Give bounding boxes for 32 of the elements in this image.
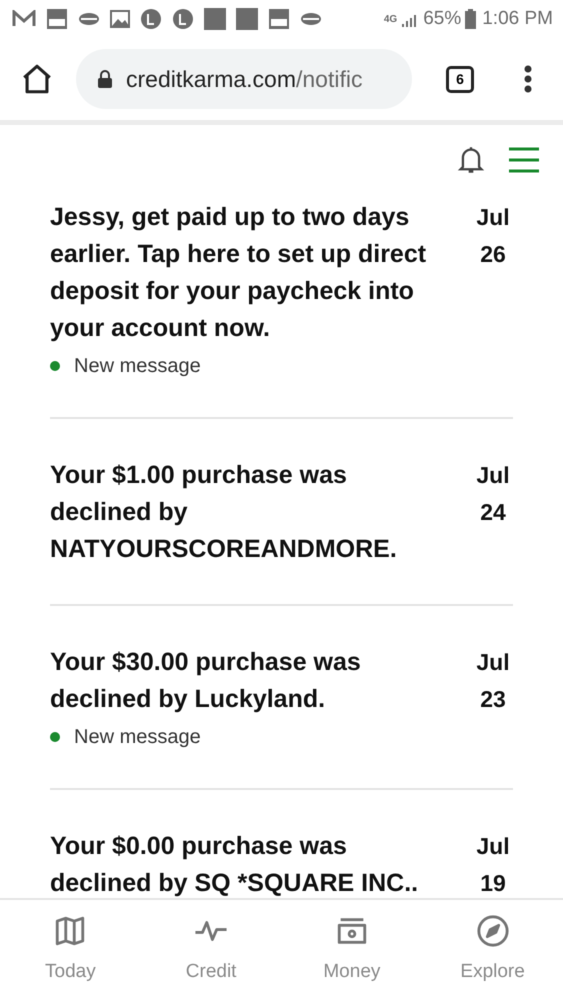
circle-badge-icon (172, 8, 194, 30)
notification-text[interactable]: Your $30.00 purchase was declined by Luckyland. (50, 644, 442, 718)
circle-badge-icon (140, 8, 162, 30)
bell-icon[interactable] (457, 145, 485, 175)
date-month: Jul (476, 832, 510, 861)
image-icon (110, 10, 130, 28)
url-text: creditkarma.com/notific (126, 64, 362, 94)
date-month: Jul (476, 461, 510, 490)
battery-icon (465, 9, 476, 29)
tab-count-button[interactable]: 6 (446, 66, 474, 92)
date-day: 26 (480, 236, 506, 273)
square-icon (236, 8, 258, 30)
status-label: New message (74, 354, 201, 379)
network-label: 4G (384, 12, 398, 26)
battery-percent: 65% (423, 6, 462, 31)
mail-icon (12, 10, 36, 28)
address-bar[interactable]: creditkarma.com/notific (76, 49, 412, 109)
notification-text[interactable]: Jessy, get paid up to two days earlier. Tap here to set up direct deposit for your paycheck into your account now. (50, 199, 442, 347)
date-day: 23 (480, 681, 506, 718)
square-icon (204, 8, 226, 30)
status-label: New message (74, 725, 201, 750)
menu-icon[interactable] (509, 147, 539, 173)
more-icon[interactable] (524, 65, 532, 93)
notification-text[interactable]: Your $1.00 purchase was declined by NATYOURSCOREANDMORE. (50, 457, 442, 568)
date-month: Jul (476, 648, 510, 677)
date-day: 19 (480, 865, 506, 898)
compass-icon (476, 914, 510, 948)
clock-time: 1:06 PM (482, 6, 553, 31)
notification-text[interactable]: Your $0.00 purchase was declined by SQ *SQUARE INC.. (50, 828, 442, 898)
lock-icon (98, 70, 112, 88)
date-month: Jul (476, 203, 510, 232)
date-day: 24 (480, 494, 506, 531)
